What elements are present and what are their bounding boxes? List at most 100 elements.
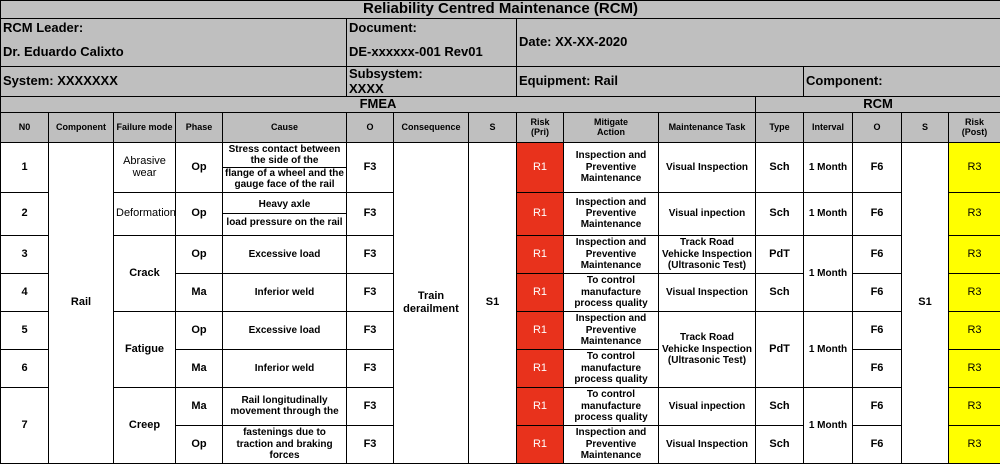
task-type: PdT — [755, 310, 804, 388]
rcm-leader-cell: RCM Leader: Dr. Eduardo Calixto — [0, 18, 347, 67]
risk-post-badge: R3 — [947, 234, 1000, 274]
risk-pri-badge: R1 — [516, 386, 564, 426]
row-number: 3 — [0, 234, 49, 274]
occurrence-post: F6 — [852, 141, 902, 193]
cause: fastenings due to traction and braking f… — [222, 424, 347, 464]
document-label: Document: — [349, 20, 417, 35]
risk-post-badge: R3 — [947, 191, 1000, 236]
col-risk-post-line1: Risk — [965, 117, 985, 128]
risk-pri-badge: R1 — [516, 234, 564, 274]
component-cell: Component: — [802, 65, 1000, 98]
risk-pri-badge: R1 — [516, 191, 564, 236]
maintenance-task: Track Road Vehicke Inspection (Ultrasoni… — [658, 234, 756, 274]
col-no: N0 — [0, 111, 49, 143]
failure-mode: Fatigue — [113, 310, 176, 388]
failure-mode: Deformation — [113, 191, 176, 236]
consequence-value: Train derailment — [393, 141, 469, 464]
risk-pri-badge: R1 — [516, 348, 564, 388]
col-occurrence: O — [346, 111, 394, 143]
severity-post-value: S1 — [901, 141, 949, 464]
maintenance-task: Visual Inspection — [658, 272, 756, 312]
date-cell: Date: XX-XX-2020 — [515, 18, 1000, 67]
document-cell: Document: DE-xxxxxx-001 Rev01 — [346, 18, 517, 67]
row-number: 1 — [0, 141, 49, 193]
task-type: Sch — [755, 141, 804, 193]
cause: Inferior weld — [222, 272, 347, 312]
task-type: Sch — [755, 191, 804, 236]
col-consequence: Consequence — [393, 111, 469, 143]
col-mitigate-line2: Action — [597, 127, 625, 138]
failure-mode: Creep — [113, 386, 176, 464]
mitigate-action: Inspection and Preventive Maintenance — [563, 424, 659, 464]
subsystem-cell: Subsystem: XXXX — [346, 65, 517, 98]
col-risk-post-line2: (Post) — [961, 127, 988, 138]
risk-post-badge: R3 — [947, 386, 1000, 426]
col-component: Component — [48, 111, 114, 143]
phase: Op — [175, 424, 223, 464]
row-number: 6 — [0, 348, 49, 388]
task-type: Sch — [755, 424, 804, 464]
risk-post-badge: R3 — [947, 424, 1000, 464]
system-cell: System: XXXXXXX — [0, 65, 347, 98]
risk-post-badge: R3 — [947, 272, 1000, 312]
col-risk-pri-line2: (Pri) — [531, 127, 549, 138]
cause: Heavy axle load pressure on the rail — [222, 191, 347, 236]
occurrence-post: F6 — [852, 272, 902, 312]
phase: Ma — [175, 348, 223, 388]
task-type: Sch — [755, 386, 804, 426]
phase: Op — [175, 234, 223, 274]
severity-value: S1 — [468, 141, 517, 464]
component-value: Rail — [48, 141, 114, 464]
rcm-leader-name: Dr. Eduardo Calixto — [3, 43, 124, 59]
failure-mode: Abrasive wear — [113, 141, 176, 193]
cause-line: Stress contact between the side of the — [223, 144, 346, 168]
risk-pri-badge: R1 — [516, 310, 564, 350]
mitigate-action: Inspection and Preventive Maintenance — [563, 141, 659, 193]
cause: Excessive load — [222, 234, 347, 274]
occurrence: F3 — [346, 141, 394, 193]
interval: 1 Month — [803, 310, 853, 388]
maintenance-task: Track Road Vehicke Inspection (Ultrasoni… — [658, 310, 756, 388]
phase: Op — [175, 310, 223, 350]
maintenance-task: Visual inpection — [658, 191, 756, 236]
col-mitigate-action: Mitigate Action — [563, 111, 659, 143]
maintenance-task: Visual Inspection — [658, 424, 756, 464]
col-phase: Phase — [175, 111, 223, 143]
phase: Ma — [175, 272, 223, 312]
col-occurrence-post: O — [852, 111, 902, 143]
occurrence-post: F6 — [852, 191, 902, 236]
phase: Ma — [175, 386, 223, 426]
interval: 1 Month — [803, 191, 853, 236]
col-risk-pri-line1: Risk — [530, 117, 550, 128]
cause-line: Heavy axle — [223, 199, 346, 215]
maintenance-task: Visual inpection — [658, 386, 756, 426]
rcm-worksheet: Reliability Centred Maintenance (RCM) RC… — [0, 0, 1000, 464]
row-number: 2 — [0, 191, 49, 236]
mitigate-action: To control manufacture process quality — [563, 386, 659, 426]
row-number: 7 — [0, 386, 49, 464]
col-severity-post: S — [901, 111, 949, 143]
risk-pri-badge: R1 — [516, 272, 564, 312]
phase: Op — [175, 191, 223, 236]
task-type: PdT — [755, 234, 804, 274]
occurrence-post: F6 — [852, 234, 902, 274]
mitigate-action: To control manufacture process quality — [563, 272, 659, 312]
interval: 1 Month — [803, 386, 853, 464]
occurrence: F3 — [346, 386, 394, 426]
interval: 1 Month — [803, 234, 853, 312]
col-cause: Cause — [222, 111, 347, 143]
col-severity: S — [468, 111, 517, 143]
task-type: Sch — [755, 272, 804, 312]
occurrence: F3 — [346, 191, 394, 236]
cause-line: load pressure on the rail — [226, 217, 343, 229]
row-number: 4 — [0, 272, 49, 312]
col-failure-mode: Failure mode — [113, 111, 176, 143]
occurrence: F3 — [346, 348, 394, 388]
mitigate-action: Inspection and Preventive Maintenance — [563, 310, 659, 350]
cause-line: flange of a wheel and the gauge face of … — [225, 167, 344, 191]
subsystem-label: Subsystem: — [349, 66, 423, 81]
occurrence: F3 — [346, 272, 394, 312]
risk-post-badge: R3 — [947, 141, 1000, 193]
maintenance-task: Visual Inspection — [658, 141, 756, 193]
failure-mode: Crack — [113, 234, 176, 312]
